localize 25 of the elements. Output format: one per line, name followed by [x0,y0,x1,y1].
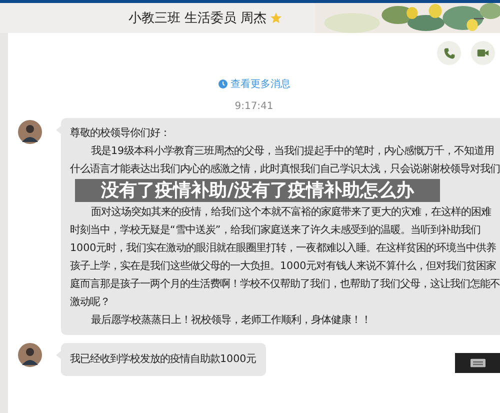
message-text: 1000元时，我们实在激动的眼泪就在眼圈里打转，一夜都难以入睡。在这样贫困的环境当中供养 [70,241,498,256]
avatar[interactable] [18,343,42,367]
message-text: 庭而言那是孩子一两个月的生活费啊！学校不仅帮助了我们，也帮助了我们父母，这让我们怎能不 [70,277,500,292]
phone-icon [442,46,456,60]
chat-title: 小教三班 生活委员 周杰 [128,10,267,27]
video-call-button[interactable] [471,41,495,65]
message-text: 尊敬的校领导你们好： [70,126,171,141]
message-text: 孩子上学，实在是我们这些做父母的一大负担。1000元对有钱人来说不算什么，但对我们贫困家 [70,259,498,274]
keyboard-button[interactable] [455,353,500,373]
more-messages-link[interactable]: 查看更多消息 [230,77,290,91]
message-text: 我已经收到学校发放的疫情自助款1000元 [70,352,256,367]
avatar[interactable] [18,120,42,144]
minimize-icon[interactable] [474,18,484,20]
message-text: 什么语言才能表达出我们内心的感激之情，此时真恨我们自己学识太浅，只会说谢谢校领导对我们 [70,162,500,177]
star-icon [270,12,282,24]
message-text: 时刻当中，学校无疑是“雪中送炭”，给我们家庭送来了许久未感受到的温暖。当听到补助我们 [70,223,482,238]
headline-text: 没有了疫情补助/没有了疫情补助怎么办 [100,180,416,201]
keyboard-icon [468,358,486,368]
message-text: 激动呢？ [70,295,111,310]
message-text: 最后愿学校蒸蒸日上！祝校领导，老师工作顺利，身体健康！！ [90,313,372,328]
clock-icon [218,79,228,89]
timestamp: 9:17:41 [234,101,274,112]
message-text: 我是19级本科小学教育三班周杰的父母，当我们提起手中的笔时，内心感慨万千，不知道用 [90,144,496,159]
voice-call-button[interactable] [437,41,461,65]
message-text: 面对这场突如其来的疫情，给我们这个本就不富裕的家庭带来了更大的灾难，在这样的困难 [90,205,492,220]
